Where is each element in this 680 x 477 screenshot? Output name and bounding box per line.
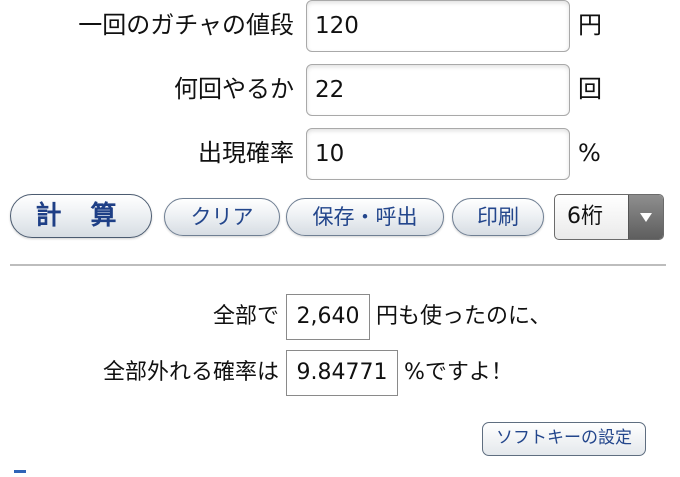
total-spent-value: 2,640 [286, 294, 370, 340]
softkey-settings-button[interactable]: ソフトキーの設定 [482, 422, 646, 456]
digits-select-value: 6桁 [567, 204, 603, 229]
miss-probability-value: 9.84771 [286, 350, 398, 396]
clear-button[interactable]: クリア [164, 198, 280, 236]
page-indicator-mark [14, 470, 26, 473]
calculate-button[interactable]: 計 算 [10, 194, 152, 238]
digits-select[interactable]: 6桁 [554, 194, 664, 240]
result-total-suffix: 円も使ったのに、 [376, 304, 552, 329]
count-label: 何回やるか [174, 75, 294, 103]
print-button[interactable]: 印刷 [452, 198, 544, 236]
result-total-prefix: 全部で [212, 304, 279, 329]
result-probability-suffix: %ですよ！ [404, 360, 513, 385]
count-input[interactable]: 22 [306, 64, 570, 116]
price-input[interactable]: 120 [306, 0, 570, 52]
count-unit: 回 [578, 75, 602, 103]
price-unit: 円 [578, 11, 602, 39]
save-recall-button[interactable]: 保存・呼出 [286, 198, 444, 236]
rate-label: 出現確率 [198, 139, 294, 167]
result-probability-prefix: 全部外れる確率は [102, 360, 279, 385]
dropdown-arrow-icon [628, 195, 663, 239]
rate-input[interactable]: 10 [306, 128, 570, 180]
rate-unit: % [578, 139, 601, 167]
divider [10, 264, 666, 266]
price-label: 一回のガチャの値段 [78, 11, 294, 39]
